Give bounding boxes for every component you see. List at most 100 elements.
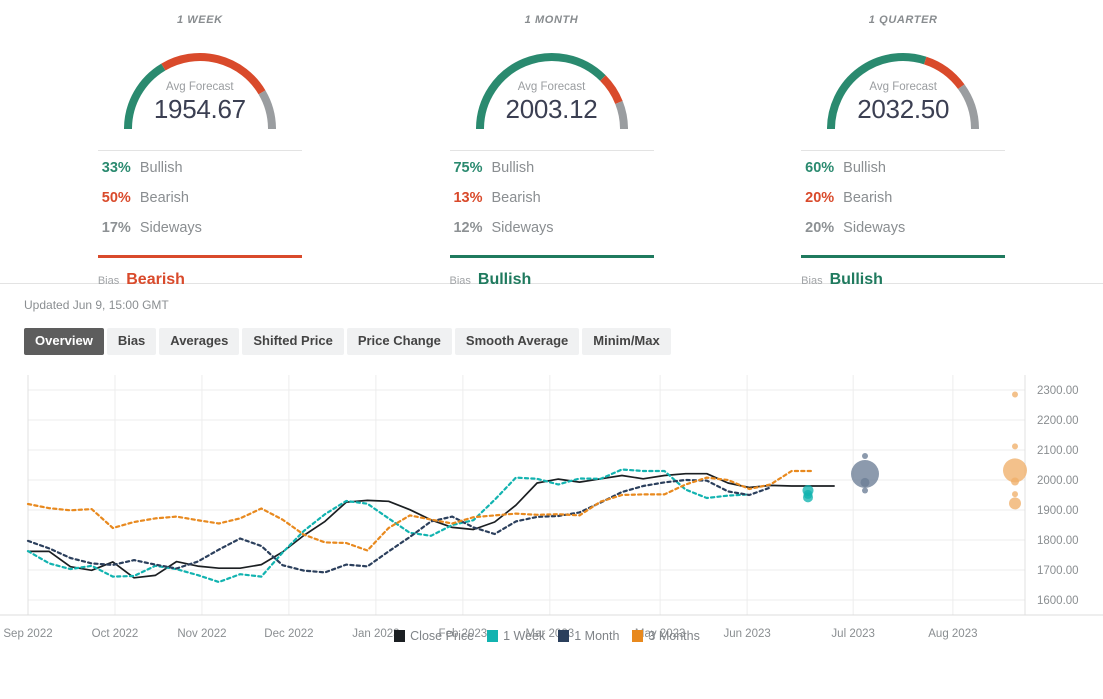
y-axis-tick-label: 1800.00 [1037, 535, 1079, 547]
panel-title: 1 WEEK [176, 14, 223, 26]
gauge-arc-segment-red [924, 56, 965, 90]
tab-bias[interactable]: Bias [106, 328, 157, 355]
y-axis-tick-label: 2300.00 [1037, 385, 1079, 397]
legend-item[interactable]: 1 Week [487, 629, 545, 643]
gauge-arc-segment-red [161, 53, 266, 95]
gauge-arc-segment-gray [614, 101, 628, 130]
stat-row-sideways: 17% Sideways [98, 220, 302, 250]
sideways-label: Sideways [491, 220, 554, 236]
gauge-arc-svg [475, 53, 628, 130]
gauge-arc-segment-red [599, 75, 623, 105]
forecast-dashboard: 1 WEEK Avg Forecast 1954.67 33% Bullish … [0, 0, 1103, 699]
y-axis-tick-label: 1600.00 [1037, 595, 1079, 607]
forecast-bubble[interactable] [803, 492, 813, 503]
stat-row-bearish: 13% Bearish [450, 190, 654, 220]
bias-value: Bearish [126, 271, 185, 288]
y-axis-tick-label: 1900.00 [1037, 505, 1079, 517]
bias-value: Bullish [829, 271, 883, 288]
gauge-arc-segment-gray [258, 90, 276, 130]
gauge-arc-svg [123, 53, 276, 130]
gauge-arc-segment-gray [958, 84, 980, 130]
bullish-label: Bullish [843, 160, 886, 176]
bias-bar [97, 255, 302, 258]
tab-averages[interactable]: Averages [159, 328, 240, 355]
forecast-bubble[interactable] [1012, 491, 1018, 498]
forecast-chart: 1600.00 1700.00 1800.00 1900.00 2000.00 2100.… [0, 367, 1103, 677]
bias-row: Bias Bullish [801, 271, 1005, 289]
legend-swatch-icon [632, 630, 644, 642]
bearish-label: Bearish [491, 190, 541, 206]
legend-label: 3 Months [648, 629, 700, 643]
bias-key: Bias [801, 275, 823, 287]
legend-label: 1 Month [574, 629, 620, 643]
legend-swatch-icon [558, 630, 570, 642]
bearish-percent: 50% [101, 190, 131, 206]
tab-smooth-average[interactable]: Smooth Average [454, 328, 580, 355]
tab-minim-max[interactable]: Minim/Max [582, 328, 671, 355]
sentiment-stats: 60% Bullish 20% Bearish 20% Sideways Bia… [801, 150, 1006, 289]
gauge-arc-segment-green [123, 63, 166, 130]
forecast-panel-1-week: 1 WEEK Avg Forecast 1954.67 33% Bullish … [24, 0, 376, 288]
stat-row-bearish: 50% Bearish [98, 190, 302, 220]
sideways-percent: 20% [805, 220, 835, 236]
sentiment-stats: 75% Bullish 13% Bearish 12% Sideways Bia… [449, 150, 654, 289]
bias-value: Bullish [477, 271, 532, 288]
forecast-bubble[interactable] [1012, 391, 1018, 398]
gauge-1-quarter: Avg Forecast 2032.50 [813, 36, 993, 136]
forecast-panels: 1 WEEK Avg Forecast 1954.67 33% Bullish … [0, 0, 1103, 288]
stat-row-bullish: 33% Bullish [98, 160, 302, 190]
sentiment-stats: 33% Bullish 50% Bearish 17% Sideways Bia… [97, 150, 302, 289]
chart-tab-bar: Overview Bias Averages Shifted Price Price C… [24, 328, 1103, 355]
gauge-1-week: Avg Forecast 1954.67 [110, 36, 290, 136]
stat-row-bearish: 20% Bearish [801, 190, 1005, 220]
stat-row-sideways: 12% Sideways [450, 220, 654, 250]
gauge-arc-segment-green [827, 53, 927, 130]
forecast-bubble[interactable] [862, 453, 868, 459]
tab-price-change[interactable]: Price Change [346, 328, 452, 355]
bearish-percent: 20% [805, 190, 835, 206]
forecast-bubble[interactable] [860, 477, 870, 487]
bullish-percent: 33% [101, 160, 131, 176]
gauge-arc-segment-green [475, 53, 606, 130]
panel-title: 1 MONTH [524, 14, 579, 26]
legend-label: 1 Week [503, 629, 546, 643]
legend-item[interactable]: 1 Month [558, 629, 619, 643]
forecast-bubble[interactable] [1011, 477, 1019, 486]
gauge-arc-svg [827, 53, 980, 130]
tab-overview[interactable]: Overview [24, 328, 104, 355]
bearish-label: Bearish [843, 190, 893, 206]
gauge-1-month: Avg Forecast 2003.12 [462, 36, 642, 136]
sideways-label: Sideways [139, 220, 202, 236]
forecast-panel-1-month: 1 MONTH Avg Forecast 2003.12 75% Bullish… [376, 0, 728, 288]
legend-item[interactable]: Close Price [394, 629, 474, 643]
bullish-label: Bullish [491, 160, 535, 176]
chart-series-line [26, 469, 814, 552]
forecast-bubble[interactable] [1009, 497, 1021, 510]
bias-bar [801, 255, 1006, 258]
y-axis-tick-label: 2200.00 [1037, 415, 1079, 427]
sideways-percent: 17% [101, 220, 131, 236]
forecast-bubble[interactable] [1012, 443, 1018, 450]
y-axis-tick-label: 1700.00 [1037, 565, 1079, 577]
bearish-percent: 13% [453, 190, 483, 206]
bias-key: Bias [97, 275, 120, 287]
panel-title: 1 QUARTER [868, 14, 938, 26]
stat-row-sideways: 20% Sideways [801, 220, 1005, 250]
stat-row-bullish: 60% Bullish [801, 160, 1005, 190]
bullish-label: Bullish [139, 160, 183, 176]
legend-item[interactable]: 3 Months [632, 629, 700, 643]
bearish-label: Bearish [139, 190, 189, 206]
stat-row-bullish: 75% Bullish [450, 160, 654, 190]
y-axis-tick-label: 2000.00 [1037, 475, 1079, 487]
updated-timestamp: Updated Jun 9, 15:00 GMT [24, 298, 169, 312]
bullish-percent: 60% [805, 160, 835, 176]
chart-legend: Close Price 1 Week 1 Month 3 Months [0, 629, 1103, 643]
bias-key: Bias [449, 275, 471, 287]
legend-label: Close Price [410, 629, 475, 643]
forecast-bubble[interactable] [862, 487, 868, 494]
tab-shifted-price[interactable]: Shifted Price [242, 328, 344, 355]
bias-row: Bias Bearish [98, 271, 302, 289]
sideways-percent: 12% [453, 220, 483, 236]
forecast-panel-1-quarter: 1 QUARTER Avg Forecast 2032.50 60% Bulli… [727, 0, 1079, 288]
sideways-label: Sideways [843, 220, 906, 236]
